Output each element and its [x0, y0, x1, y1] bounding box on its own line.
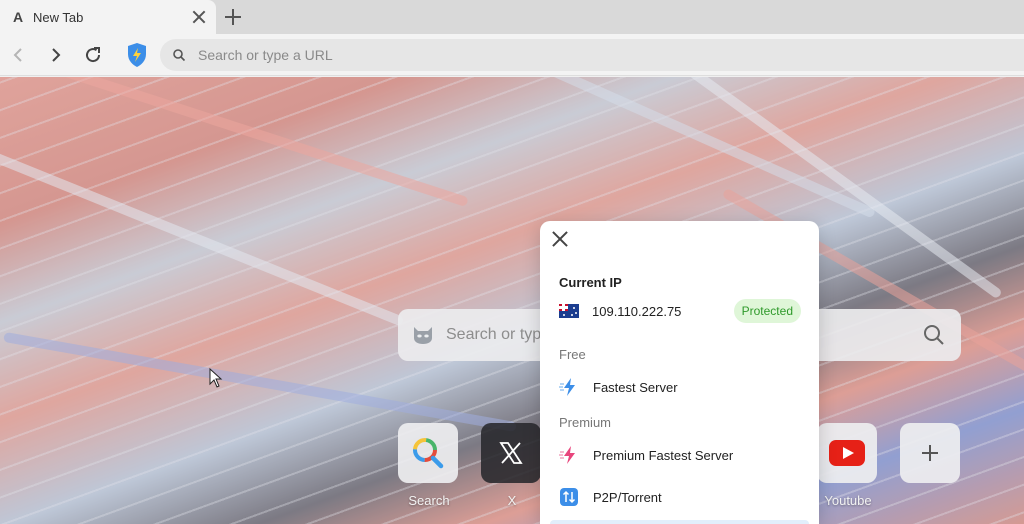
- x-logo-icon: [499, 442, 523, 464]
- toolbar: [0, 34, 1024, 76]
- server-label: Premium Fastest Server: [593, 447, 734, 463]
- up-down-arrows-icon: [559, 487, 579, 507]
- current-ip-heading: Current IP: [559, 275, 622, 290]
- search-icon[interactable]: [923, 324, 945, 346]
- shortcut-tile: [398, 423, 458, 483]
- close-icon[interactable]: [550, 229, 570, 249]
- tab-close-icon[interactable]: [192, 10, 206, 24]
- youtube-icon: [829, 440, 865, 466]
- shortcut-tile: [817, 423, 877, 483]
- next-item-highlight: [550, 520, 809, 524]
- background-streak: [323, 77, 877, 219]
- address-input[interactable]: [198, 47, 798, 63]
- server-label: Fastest Server: [593, 379, 678, 395]
- background-streak: [0, 77, 469, 208]
- premium-fastest-server-item[interactable]: Premium Fastest Server: [559, 442, 801, 468]
- vpn-popup: Current IP 109.110.222.75 Protected Free…: [540, 221, 819, 524]
- shortcut-label: Search: [408, 493, 450, 508]
- tab-new-tab[interactable]: A New Tab: [0, 0, 216, 34]
- shortcut-label: X: [507, 493, 517, 508]
- shortcut-x[interactable]: X: [481, 423, 543, 508]
- reload-button[interactable]: [81, 43, 105, 67]
- status-badge: Protected: [733, 299, 801, 323]
- tab-title: New Tab: [33, 9, 84, 25]
- add-shortcut-button[interactable]: [900, 423, 962, 483]
- background-streak: [0, 137, 405, 327]
- mouse-cursor-icon: [209, 368, 223, 388]
- free-section-label: Free: [559, 347, 586, 362]
- lightning-bolt-icon: [559, 377, 579, 397]
- address-bar[interactable]: [160, 39, 1024, 71]
- shortcut-youtube[interactable]: Youtube: [817, 423, 879, 508]
- search-icon: [173, 49, 186, 62]
- shortcut-search[interactable]: Search: [398, 423, 460, 508]
- shortcut-tile: [900, 423, 960, 483]
- shield-bolt-icon: [128, 43, 146, 67]
- forward-button[interactable]: [44, 43, 68, 67]
- plus-icon: [922, 445, 938, 461]
- forward-arrow-icon: [52, 48, 61, 62]
- new-tab-button[interactable]: [224, 8, 242, 26]
- tab-strip: A New Tab: [0, 0, 1024, 34]
- reload-icon: [86, 47, 101, 63]
- server-label: P2P/Torrent: [593, 489, 662, 505]
- ip-address: 109.110.222.75: [592, 303, 682, 319]
- premium-section-label: Premium: [559, 415, 612, 430]
- current-ip-row: 109.110.222.75 Protected: [559, 299, 801, 323]
- search-magnifier-icon: [413, 438, 444, 469]
- vpn-extension-button[interactable]: [124, 40, 150, 70]
- search-engine-mask-icon: [414, 327, 432, 344]
- back-button[interactable]: [6, 43, 30, 67]
- shortcut-label: Youtube: [824, 493, 872, 508]
- p2p-torrent-item[interactable]: P2P/Torrent: [559, 484, 801, 510]
- fastest-server-item[interactable]: Fastest Server: [559, 374, 801, 400]
- browser-logo-icon: A: [12, 9, 24, 25]
- australia-flag-icon: [559, 304, 579, 318]
- lightning-bolt-icon: [559, 445, 579, 465]
- shortcut-tile: [481, 423, 541, 483]
- back-arrow-icon: [13, 48, 22, 62]
